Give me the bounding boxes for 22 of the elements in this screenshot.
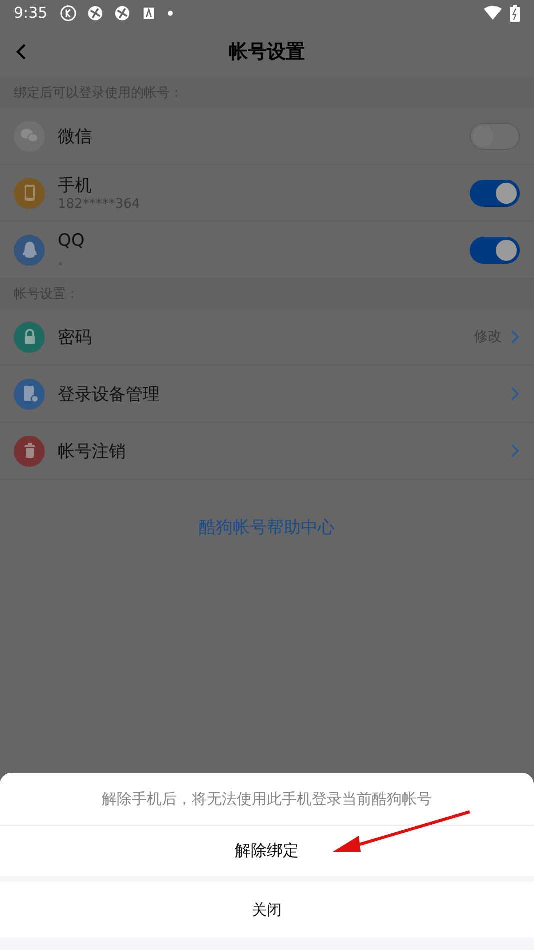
circle-k-icon xyxy=(60,4,77,22)
setting-name[interactable]: 登录设备管理 xyxy=(58,382,160,406)
account-detail: 。 xyxy=(58,252,72,269)
toggle-switch[interactable] xyxy=(470,236,520,264)
account-name: QQ xyxy=(58,231,85,251)
unbind-button[interactable]: 解除绑定 xyxy=(0,826,534,876)
chevron-icon xyxy=(510,443,520,459)
setting-name[interactable]: 密码 xyxy=(58,326,92,348)
toggle-switch[interactable] xyxy=(470,180,520,206)
account-name: 微信 xyxy=(58,126,92,148)
dot-icon xyxy=(168,10,173,16)
setting-name[interactable]: 帐号注销 xyxy=(58,440,126,462)
close-button[interactable]: 关闭 xyxy=(0,882,534,938)
sheet-message: 解除手机后，将无法使用此手机登录当前酷狗帐号 xyxy=(102,790,432,808)
account-name: 手机 xyxy=(58,175,93,197)
page-title: 帐号设置 xyxy=(229,40,305,65)
status-time: 9:35 xyxy=(14,4,48,22)
toggle-switch[interactable] xyxy=(470,122,520,150)
wifi-icon xyxy=(484,6,502,20)
battery-icon xyxy=(510,4,520,22)
chevron-icon xyxy=(510,386,520,402)
chevron-icon xyxy=(510,329,520,345)
